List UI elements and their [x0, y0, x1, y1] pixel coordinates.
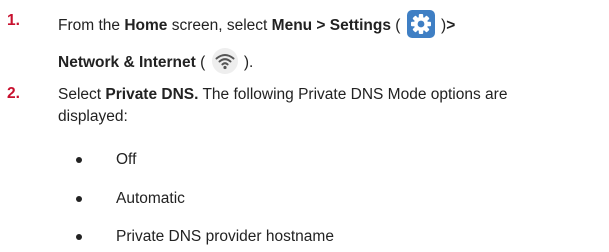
step-2-line-1: Select Private DNS. The following Privat… — [58, 85, 507, 105]
text: screen, select — [167, 17, 272, 35]
bullet-icon — [76, 157, 82, 163]
step-2-line-2: displayed: — [58, 107, 128, 127]
option-label: Off — [116, 151, 137, 168]
bullet-icon — [76, 234, 82, 240]
step-1: 1. From the Home screen, select Menu > S… — [0, 0, 609, 85]
text: displayed: — [58, 108, 128, 125]
option-label: Automatic — [116, 190, 185, 207]
step-1-line-2: Network & Internet ( ). — [58, 48, 254, 76]
private-dns-label: Private DNS. — [105, 86, 199, 103]
arrow-symbol: > — [446, 17, 456, 35]
text: Select — [58, 86, 106, 103]
list-item: Off — [0, 150, 609, 170]
option-label: Private DNS provider hostname — [116, 228, 334, 245]
bullet-icon — [76, 196, 82, 202]
step-number: 2. — [7, 85, 20, 102]
list-item: Private DNS provider hostname — [0, 227, 609, 247]
text: ) — [436, 17, 447, 35]
step-1-line-1: From the Home screen, select Menu > Sett… — [58, 10, 456, 40]
gear-icon — [406, 10, 435, 38]
wifi-icon — [211, 48, 238, 74]
text: ( — [390, 17, 405, 35]
text: From the — [58, 17, 125, 35]
home-label: Home — [124, 17, 168, 35]
menu-settings-label: Menu > Settings — [271, 17, 391, 35]
network-internet-label: Network & Internet — [58, 54, 196, 72]
step-2: 2. Select Private DNS. The following Pri… — [0, 85, 609, 135]
text: ( — [195, 54, 210, 72]
step-number: 1. — [7, 12, 20, 29]
list-item: Automatic — [0, 189, 609, 209]
text: ). — [239, 54, 254, 72]
text: The following Private DNS Mode options a… — [198, 86, 508, 103]
